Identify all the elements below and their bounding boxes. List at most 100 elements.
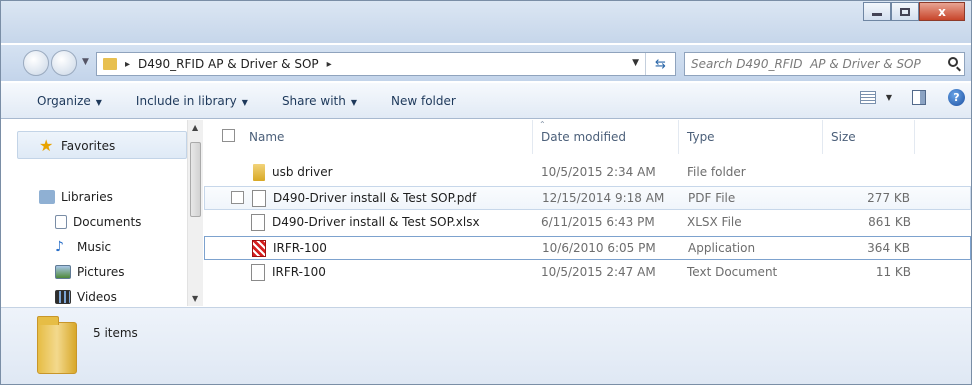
scrollbar-thumb[interactable] (190, 142, 201, 217)
minimize-button[interactable] (863, 2, 891, 21)
preview-pane-icon[interactable] (912, 90, 926, 105)
close-button[interactable]: x (919, 2, 965, 21)
sort-ascending-icon: ⌃ (539, 120, 546, 129)
forward-button[interactable] (51, 50, 77, 76)
music-icon: ♪ (55, 239, 64, 255)
file-date: 10/5/2015 2:34 AM (541, 165, 656, 179)
file-size: 277 KB (867, 191, 910, 205)
nav-item-music[interactable]: ♪ Music (55, 240, 111, 254)
scroll-up-icon[interactable]: ▲ (192, 123, 198, 132)
column-divider[interactable] (532, 120, 533, 154)
file-name: D490-Driver install & Test SOP.pdf (273, 191, 477, 205)
videos-icon (55, 290, 71, 304)
chevron-down-icon: ▼ (95, 97, 102, 107)
select-all-checkbox[interactable] (222, 129, 235, 142)
file-name: IRFR-100 (273, 241, 327, 255)
file-date: 10/6/2010 6:05 PM (542, 241, 656, 255)
nav-item-pictures[interactable]: Pictures (55, 265, 125, 279)
title-bar: x (1, 1, 971, 43)
file-type: Text Document (687, 265, 778, 279)
breadcrumb-arrow-icon[interactable]: ▸ (327, 59, 332, 70)
refresh-button[interactable]: ⇆ (645, 53, 675, 75)
search-icon[interactable] (948, 57, 958, 67)
back-button[interactable] (23, 50, 49, 76)
file-name: IRFR-100 (272, 265, 326, 279)
share-with-label: Share with (281, 93, 346, 108)
file-name: usb driver (272, 165, 333, 179)
chevron-down-icon: ▼ (350, 97, 357, 107)
search-input[interactable] (685, 57, 935, 71)
share-with-button[interactable]: Share with ▼ (282, 94, 357, 108)
file-row[interactable]: IRFR-100 10/6/2010 6:05 PM Application 3… (204, 236, 971, 260)
text-file-icon (251, 264, 265, 281)
maximize-button[interactable] (891, 2, 919, 21)
nav-item-favorites[interactable]: ★ Favorites (39, 138, 115, 154)
address-history-dropdown-icon[interactable]: ▼ (632, 58, 639, 68)
help-icon[interactable]: ? (948, 89, 965, 106)
include-in-library-button[interactable]: Include in library ▼ (136, 94, 248, 108)
column-date-modified[interactable]: Date modified (541, 130, 626, 144)
explorer-window: x ▼ ▸ D490_RFID AP & Driver & SOP ▸ ▼ ⇆ … (0, 0, 972, 385)
include-in-library-label: Include in library (135, 93, 237, 108)
new-folder-button[interactable]: New folder (391, 94, 456, 108)
minimize-icon (872, 13, 882, 16)
folder-icon (103, 58, 117, 70)
file-date: 12/15/2014 9:18 AM (542, 191, 665, 205)
file-name: D490-Driver install & Test SOP.xlsx (272, 215, 480, 229)
breadcrumb-arrow-icon[interactable]: ▸ (125, 59, 130, 70)
file-date: 6/11/2015 6:43 PM (541, 215, 655, 229)
file-type: XLSX File (687, 215, 742, 229)
row-checkbox[interactable] (231, 191, 244, 204)
column-divider[interactable] (678, 120, 679, 154)
nav-item-documents[interactable]: Documents (55, 215, 141, 229)
column-divider[interactable] (914, 120, 915, 154)
address-bar[interactable]: ▸ D490_RFID AP & Driver & SOP ▸ ▼ ⇆ (96, 52, 676, 76)
file-row[interactable]: D490-Driver install & Test SOP.pdf 12/15… (204, 186, 971, 210)
folder-icon (253, 164, 265, 181)
application-icon (252, 240, 266, 257)
column-type[interactable]: Type (687, 130, 715, 144)
scroll-down-icon[interactable]: ▼ (192, 294, 198, 303)
nav-label-libraries: Libraries (61, 190, 113, 204)
file-size: 364 KB (867, 241, 910, 255)
column-size[interactable]: Size (831, 130, 856, 144)
breadcrumb-current-folder[interactable]: D490_RFID AP & Driver & SOP (138, 57, 319, 71)
chevron-down-icon: ▼ (241, 97, 248, 107)
nav-label-pictures: Pictures (77, 265, 125, 279)
refresh-icon: ⇆ (655, 56, 666, 72)
navigation-scrollbar[interactable]: ▲ ▼ (187, 120, 203, 306)
nav-item-videos[interactable]: Videos (55, 290, 117, 304)
address-row: ▼ ▸ D490_RFID AP & Driver & SOP ▸ ▼ ⇆ (1, 45, 971, 81)
nav-label-documents: Documents (73, 215, 142, 229)
file-type: PDF File (688, 191, 736, 205)
file-row[interactable]: usb driver 10/5/2015 2:34 AM File folder (204, 161, 971, 185)
caption-buttons: x (863, 2, 965, 21)
close-icon: x (938, 4, 946, 19)
nav-label-videos: Videos (77, 290, 117, 304)
command-bar: Organize ▼ Include in library ▼ Share with… (1, 83, 971, 119)
maximize-icon (900, 7, 910, 16)
folder-icon (37, 316, 77, 374)
organize-button[interactable]: Organize ▼ (37, 94, 102, 108)
view-options-dropdown-icon[interactable]: ▼ (886, 93, 892, 102)
search-box[interactable] (684, 52, 965, 76)
nav-label-music: Music (77, 240, 112, 254)
documents-icon (55, 215, 67, 229)
file-row[interactable]: D490-Driver install & Test SOP.xlsx 6/11… (204, 211, 971, 235)
file-type: Application (688, 241, 756, 255)
pdf-file-icon (252, 190, 266, 207)
nav-item-libraries[interactable]: Libraries (39, 190, 113, 204)
xlsx-file-icon (251, 214, 265, 231)
nav-label-favorites: Favorites (61, 139, 116, 153)
column-name[interactable]: Name (249, 130, 284, 144)
file-list: ⌃ Name Date modified Type Size usb drive… (204, 120, 971, 306)
change-view-icon[interactable] (859, 91, 876, 104)
recent-pages-dropdown-icon[interactable]: ▼ (82, 57, 89, 67)
file-size: 861 KB (868, 215, 911, 229)
column-divider[interactable] (822, 120, 823, 154)
pictures-icon (55, 265, 71, 279)
file-date: 10/5/2015 2:47 AM (541, 265, 656, 279)
file-size: 11 KB (875, 265, 911, 279)
file-row[interactable]: IRFR-100 10/5/2015 2:47 AM Text Document… (204, 261, 971, 285)
column-header-row: ⌃ Name Date modified Type Size (204, 120, 971, 154)
